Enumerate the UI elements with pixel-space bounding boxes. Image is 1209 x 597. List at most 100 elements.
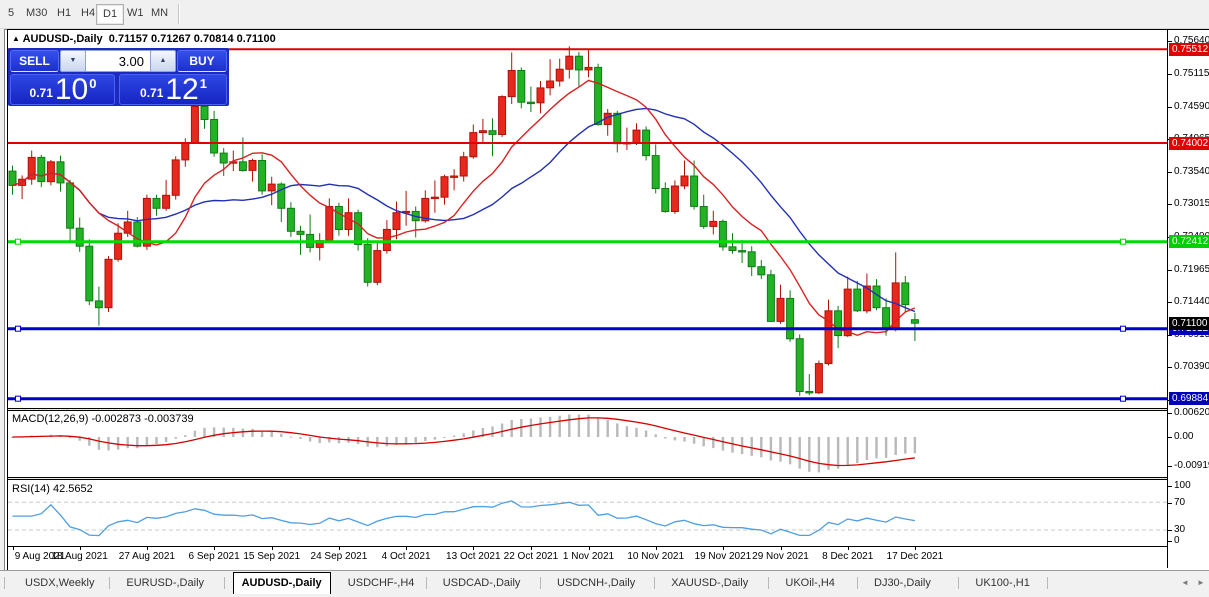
price-tick-label: 0.73015 [1174,198,1209,209]
timeframe-toolbar: 5M30H1H4D1W1MN [0,0,1209,29]
scale-tick [1168,466,1172,467]
line-drag-handle[interactable] [1121,326,1126,331]
tab-separator [426,577,427,589]
chart-tab-ukoil-h4[interactable]: UKOil-,H4 [777,574,843,592]
date-label: 10 Nov 2021 [627,551,684,562]
current-price-badge: 0.71100 [1169,317,1209,330]
collapse-triangle-icon[interactable]: ▲ [12,34,20,43]
buy-price-tile[interactable]: 0.71 12 1 [119,74,227,105]
trading-app-window: 5M30H1H4D1W1MN 9 Aug 202118 Aug 202127 A… [0,0,1209,597]
chart-tab-eurusd-daily[interactable]: EURUSD-,Daily [118,574,212,592]
scale-tick [1168,367,1172,368]
tab-scroll-left-arrow[interactable]: ◄ [1181,578,1189,587]
line-drag-handle[interactable] [1121,396,1126,401]
chart-tab-bar: USDX,Weekly EURUSD-,Daily AUDUSD-,Daily USD… [0,570,1209,597]
date-label: 18 Aug 2021 [52,551,108,562]
rsi-pane[interactable] [8,480,1167,546]
tab-scroll-right-arrow[interactable]: ► [1197,578,1205,587]
scale-tick [1168,41,1172,42]
price-tick-label: 0.71965 [1174,264,1209,275]
volume-decrease-button[interactable]: ▼ [60,50,86,72]
tab-separator [4,577,5,589]
date-tick [656,547,657,550]
chart-tab-usdcad-daily[interactable]: USDCAD-,Daily [435,574,529,592]
date-tick [272,547,273,550]
tab-separator [958,577,959,589]
sell-button[interactable]: SELL [10,50,59,72]
price-tick-label: 0.70390 [1174,361,1209,372]
level-price-badge: 0.75512 [1169,43,1209,56]
chart-tab-uk100-h1[interactable]: UK100-,H1 [967,574,1037,592]
buy-price-pips: 12 [165,77,198,103]
price-tick-label: 0.75115 [1174,68,1209,79]
date-label: 29 Nov 2021 [752,551,809,562]
date-tick [848,547,849,550]
scale-tick [1168,204,1172,205]
macd-axis-label: -0.009197 [1174,460,1209,471]
macd-axis-label: 0.00 [1174,431,1193,442]
chart-tab-usdchf-h4[interactable]: USDCHF-,H4 [340,574,423,592]
date-label: 27 Aug 2021 [119,551,175,562]
rsi-axis-label: 30 [1174,524,1185,535]
date-label: 4 Oct 2021 [382,551,431,562]
line-drag-handle[interactable] [16,239,21,244]
volume-input[interactable] [85,50,151,72]
timeframe-button-h1[interactable]: H1 [51,4,77,23]
rsi-axis-label: 100 [1174,480,1191,491]
chart-title: ▲ AUDUSD-,Daily 0.71157 0.71267 0.70814 … [12,33,276,45]
timeframe-button-m30[interactable]: M30 [20,4,53,23]
macd-label: MACD(12,26,9) -0.002873 -0.003739 [12,413,194,425]
timeframe-button-5[interactable]: 5 [2,4,20,23]
line-drag-handle[interactable] [1121,239,1126,244]
price-tick-label: 0.71440 [1174,296,1209,307]
chart-tab-xauusd-daily[interactable]: XAUUSD-,Daily [663,574,756,592]
rsi-axis-label: 0 [1174,535,1180,546]
sell-price-point: 0 [89,76,96,91]
line-drag-handle[interactable] [16,326,21,331]
one-click-trade-panel: SELL ▼ ▲ BUY 0.71 10 0 0.71 12 1 [8,48,229,106]
date-tick [589,547,590,550]
scale-tick [1168,107,1172,108]
sell-price-prefix: 0.71 [30,86,53,100]
date-label: 24 Sep 2021 [311,551,368,562]
price-scale[interactable]: 0.756400.751150.745900.740650.735400.730… [1167,30,1209,568]
tab-separator [224,577,225,589]
tab-separator [1047,577,1048,589]
buy-price-prefix: 0.71 [140,86,163,100]
timeframe-button-d1[interactable]: D1 [96,4,124,25]
date-label: 22 Oct 2021 [504,551,558,562]
chart-ohlc-values: 0.71157 0.71267 0.70814 0.71100 [109,33,276,45]
price-tick-label: 0.73540 [1174,166,1209,177]
date-tick [531,547,532,550]
rsi-axis-label: 70 [1174,497,1185,508]
chart-tab-usdx-weekly[interactable]: USDX,Weekly [17,574,102,592]
date-tick [406,547,407,550]
scale-tick [1168,437,1172,438]
date-axis[interactable]: 9 Aug 202118 Aug 202127 Aug 20216 Sep 20… [8,546,1167,569]
date-tick [339,547,340,550]
rsi-label: RSI(14) 42.5652 [12,483,93,495]
scale-tick [1168,413,1172,414]
date-tick [915,547,916,550]
buy-button[interactable]: BUY [177,50,227,72]
toolbar-separator [178,4,180,24]
tab-separator [768,577,769,589]
tab-separator [857,577,858,589]
date-tick [473,547,474,550]
scale-tick [1168,530,1172,531]
chart-tab-usdcnh-daily[interactable]: USDCNH-,Daily [549,574,643,592]
date-tick [13,547,14,550]
sell-price-tile[interactable]: 0.71 10 0 [10,74,115,105]
buy-price-point: 1 [200,76,207,91]
chart-tab-dj30-daily[interactable]: DJ30-,Daily [866,574,939,592]
timeframe-button-mn[interactable]: MN [145,4,174,23]
date-label: 17 Dec 2021 [887,551,944,562]
date-tick [147,547,148,550]
level-price-badge: 0.69884 [1169,392,1209,405]
date-tick [214,547,215,550]
scale-tick [1168,172,1172,173]
macd-axis-label: 0.006201 [1174,407,1209,418]
line-drag-handle[interactable] [16,396,21,401]
volume-increase-button[interactable]: ▲ [150,50,176,72]
chart-tab-audusd-daily[interactable]: AUDUSD-,Daily [233,572,331,594]
